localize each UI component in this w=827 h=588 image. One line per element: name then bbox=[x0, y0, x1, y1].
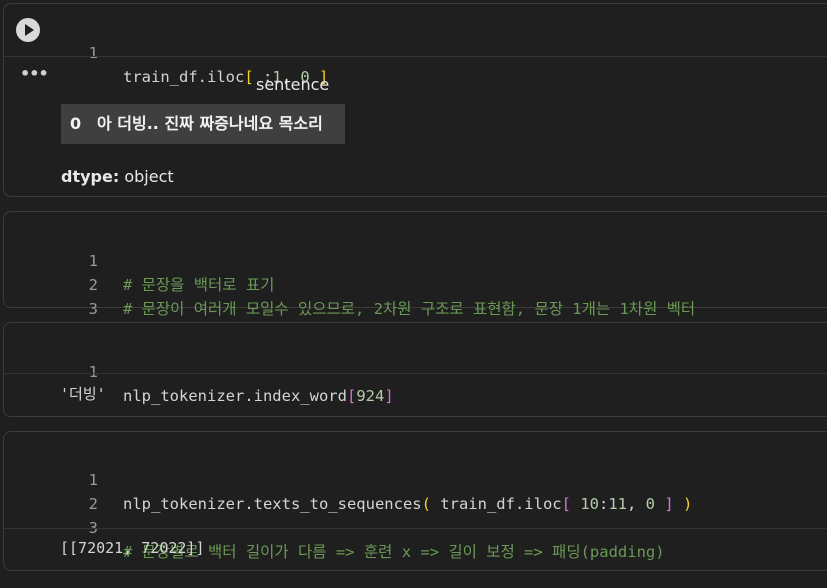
code-line: 2 # 문장이 여러개 모일수 있으므로, 2차원 구조로 표현함, 문장 1개… bbox=[4, 249, 696, 318]
line-number: 1 bbox=[88, 252, 98, 270]
row-value: 아 더빙.. 진짜 짜증나네요 목소리 bbox=[97, 114, 323, 133]
code-cell-3[interactable]: 1 nlp_tokenizer.index_word[924] '더빙' bbox=[3, 322, 827, 417]
dtype-value: object bbox=[124, 167, 174, 186]
code-line: 2 bbox=[4, 468, 98, 513]
cell-output: [[72021, 72022]] bbox=[60, 539, 205, 557]
line-number: 2 bbox=[88, 495, 98, 513]
code-cell-1[interactable]: 1 train_df.iloc[ :1, 0 ] ••• sentence 0 … bbox=[3, 3, 827, 197]
code-line: 3 x = nlp_tokenizer.texts_to_sequences( … bbox=[4, 273, 702, 342]
code-line: 1 train_df.iloc[ :1, 0 ] bbox=[4, 17, 329, 86]
more-horizontal-icon[interactable]: ••• bbox=[20, 64, 49, 83]
code-line: 1 nlp_tokenizer.index_word[924] bbox=[4, 336, 394, 405]
table-row: 0 아 더빙.. 진짜 짜증나네요 목소리 bbox=[61, 104, 345, 144]
code-line: 1 # 문장을 백터로 표기 bbox=[4, 225, 275, 294]
code-cell-4[interactable]: 1 nlp_tokenizer.texts_to_sequences( trai… bbox=[3, 431, 827, 571]
line-number: 1 bbox=[88, 471, 98, 489]
row-index: 0 bbox=[70, 114, 82, 133]
line-number: 1 bbox=[88, 44, 98, 62]
line-number: 1 bbox=[88, 363, 98, 381]
code-cell-2[interactable]: 1 # 문장을 백터로 표기 2 # 문장이 여러개 모일수 있으므로, 2차원… bbox=[3, 211, 827, 342]
dtype-label: dtype: bbox=[61, 167, 120, 186]
output-divider bbox=[4, 56, 827, 57]
output-divider bbox=[4, 373, 827, 374]
line-number: 2 bbox=[88, 276, 98, 294]
code-line: 1 nlp_tokenizer.texts_to_sequences( trai… bbox=[4, 444, 693, 513]
code-line: 3 # 문장별로 백터 길이가 다름 => 훈련 x => 길이 보정 => 패… bbox=[4, 492, 665, 561]
output-divider bbox=[4, 528, 827, 529]
column-header: sentence bbox=[256, 75, 330, 94]
code-text: nlp_tokenizer.index_word[924] bbox=[123, 387, 394, 405]
code-comment: # 문장을 백터로 표기 bbox=[123, 276, 275, 294]
cell-output: '더빙' bbox=[60, 385, 106, 403]
dtype-info: dtype: object bbox=[61, 167, 174, 186]
code-comment: # 문장이 여러개 모일수 있으므로, 2차원 구조로 표현함, 문장 1개는 … bbox=[123, 300, 696, 318]
line-number: 3 bbox=[88, 300, 98, 318]
code-text: nlp_tokenizer.texts_to_sequences( train_… bbox=[123, 495, 693, 513]
